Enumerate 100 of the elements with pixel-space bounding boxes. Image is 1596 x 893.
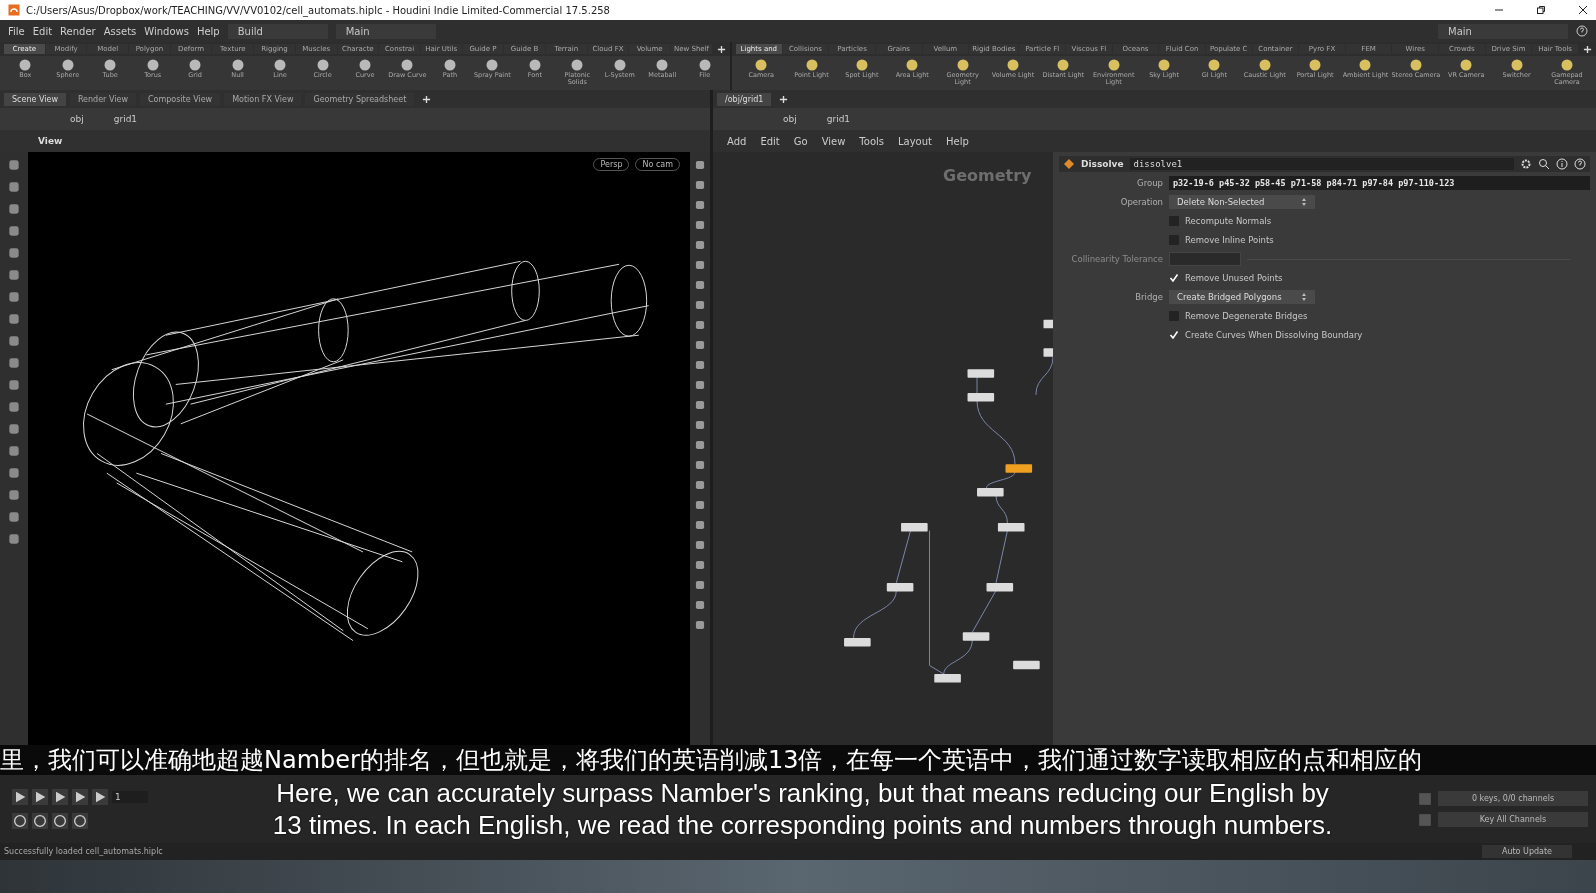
tool-icon[interactable]: [693, 458, 707, 472]
tool-icon[interactable]: [400, 58, 415, 72]
playback-option-icon[interactable]: [72, 813, 88, 829]
tool-icon[interactable]: [1056, 58, 1071, 72]
tool-icon[interactable]: [7, 400, 21, 414]
tool-icon[interactable]: [693, 438, 707, 452]
playback-icon[interactable]: [72, 789, 88, 805]
tool-icon[interactable]: [693, 598, 707, 612]
path-segment[interactable]: grid1: [826, 114, 851, 124]
tool-icon[interactable]: [693, 258, 707, 272]
menu-item[interactable]: Add: [727, 135, 747, 147]
tool-icon[interactable]: [693, 618, 707, 632]
tool-icon[interactable]: [693, 158, 707, 172]
menu-item[interactable]: Render: [60, 25, 96, 37]
path-segment[interactable]: grid1: [113, 114, 138, 124]
tool-icon[interactable]: [804, 58, 819, 72]
group-field[interactable]: p32-19-6 p45-32 p58-45 p71-58 p84-71 p97-84 p97-110-123: [1169, 176, 1590, 190]
tool-icon[interactable]: [693, 498, 707, 512]
tool-icon[interactable]: [693, 358, 707, 372]
checkbox[interactable]: [1169, 273, 1179, 283]
tool-icon[interactable]: [754, 58, 769, 72]
tool-icon[interactable]: [7, 488, 21, 502]
menu-item[interactable]: Go: [793, 135, 808, 147]
tool-icon[interactable]: [693, 218, 707, 232]
value-field[interactable]: [1169, 252, 1241, 266]
tool-icon[interactable]: [7, 378, 21, 392]
tool-icon[interactable]: [693, 238, 707, 252]
tool-icon[interactable]: [273, 58, 288, 72]
help-icon[interactable]: [1576, 25, 1588, 37]
pane-tab[interactable]: Render View: [69, 92, 136, 106]
dropdown[interactable]: Delete Non-Selected: [1169, 195, 1315, 209]
tool-icon[interactable]: [7, 158, 21, 172]
tool-icon[interactable]: [442, 58, 457, 72]
tool-icon[interactable]: [7, 510, 21, 524]
tool-icon[interactable]: [315, 58, 330, 72]
tool-icon[interactable]: [7, 422, 21, 436]
tool-icon[interactable]: [697, 58, 712, 72]
tool-icon[interactable]: [693, 538, 707, 552]
tool-icon[interactable]: [693, 518, 707, 532]
tool-icon[interactable]: [7, 532, 21, 546]
node-name-field[interactable]: dissolve1: [1129, 158, 1514, 170]
menu-item[interactable]: Edit: [760, 135, 780, 147]
search-icon[interactable]: [1538, 158, 1550, 170]
tool-icon[interactable]: [1459, 58, 1474, 72]
tool-icon[interactable]: [7, 290, 21, 304]
playback-option-icon[interactable]: [52, 813, 68, 829]
playback-option-icon[interactable]: [12, 813, 28, 829]
tool-icon[interactable]: [693, 278, 707, 292]
tool-icon[interactable]: [612, 58, 627, 72]
tool-icon[interactable]: [1559, 58, 1574, 72]
menu-item[interactable]: Edit: [32, 25, 53, 37]
restore-icon[interactable]: [1536, 5, 1546, 15]
tool-icon[interactable]: [1257, 58, 1272, 72]
menu-item[interactable]: File: [8, 25, 25, 37]
tool-icon[interactable]: [1157, 58, 1172, 72]
tool-icon[interactable]: [905, 58, 920, 72]
menu-item[interactable]: Help: [946, 135, 969, 147]
auto-update-dropdown[interactable]: Auto Update: [1481, 845, 1572, 858]
pane-tab[interactable]: Composite View: [139, 92, 221, 106]
tool-icon[interactable]: [1408, 58, 1423, 72]
desktop-selector[interactable]: Build: [227, 23, 328, 39]
path-segment[interactable]: obj: [783, 114, 797, 124]
tool-icon[interactable]: [693, 338, 707, 352]
playback-icon[interactable]: [12, 789, 28, 805]
keys-dropdown[interactable]: 0 keys, 0/0 channels: [1438, 791, 1588, 806]
tool-icon[interactable]: [693, 378, 707, 392]
desktop-selector[interactable]: Main: [1438, 23, 1568, 39]
tool-icon[interactable]: [1308, 58, 1323, 72]
tool-icon[interactable]: [230, 58, 245, 72]
tool-icon[interactable]: [1358, 58, 1373, 72]
desktop-selector[interactable]: Main: [335, 23, 436, 39]
pane-tab[interactable]: Motion FX View: [224, 92, 302, 106]
tool-icon[interactable]: [18, 58, 33, 72]
pane-tab[interactable]: Geometry Spreadsheet: [305, 92, 415, 106]
tool-icon[interactable]: [1207, 58, 1222, 72]
tool-icon[interactable]: [1106, 58, 1121, 72]
tool-icon[interactable]: [693, 398, 707, 412]
menu-item[interactable]: Tools: [859, 135, 884, 147]
add-icon[interactable]: [1582, 44, 1592, 54]
tool-icon[interactable]: [570, 58, 585, 72]
tool-icon[interactable]: [358, 58, 372, 72]
playback-icon[interactable]: [52, 789, 68, 805]
tool-icon[interactable]: [693, 298, 707, 312]
tool-icon[interactable]: [7, 268, 21, 282]
tool-icon[interactable]: [693, 558, 707, 572]
tool-icon[interactable]: [693, 178, 707, 192]
tool-icon[interactable]: [693, 578, 707, 592]
tool-icon[interactable]: [7, 180, 21, 194]
key-all-dropdown[interactable]: Key All Channels: [1438, 812, 1588, 827]
menu-item[interactable]: Windows: [144, 25, 189, 37]
help-icon[interactable]: [1574, 158, 1586, 170]
tool-icon[interactable]: [7, 444, 21, 458]
tool-icon[interactable]: [7, 356, 21, 370]
tool-icon[interactable]: [1005, 58, 1020, 72]
path-segment[interactable]: obj: [70, 114, 84, 124]
tool-icon[interactable]: [485, 58, 500, 72]
menu-item[interactable]: Assets: [103, 25, 137, 37]
menu-item[interactable]: Layout: [898, 135, 932, 147]
pane-tab[interactable]: /obj/grid1: [717, 92, 772, 106]
tool-icon[interactable]: [7, 466, 21, 480]
